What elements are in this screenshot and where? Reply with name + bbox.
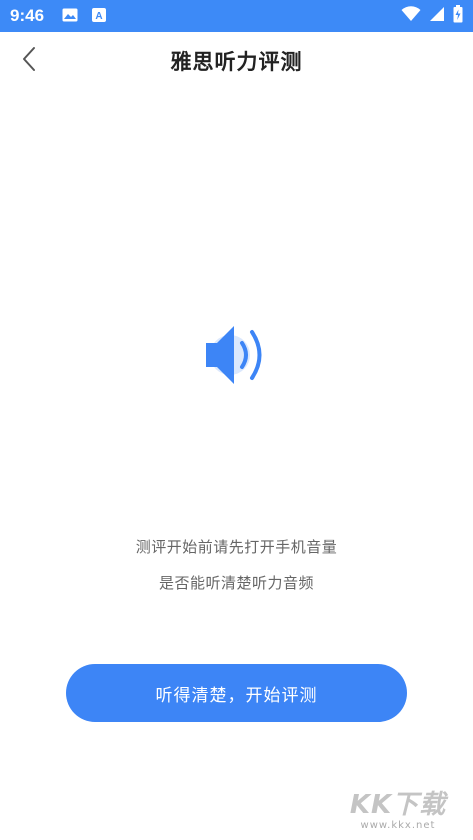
volume-hint-text: 测评开始前请先打开手机音量 (135, 538, 338, 556)
chevron-left-icon (21, 46, 37, 76)
battery-icon (453, 5, 463, 27)
text-a-icon: A (92, 7, 107, 26)
wifi-icon (401, 6, 421, 26)
speaker-volume-icon (200, 322, 270, 388)
image-icon (62, 7, 78, 26)
watermark-url: www.kkx.net (360, 820, 436, 831)
status-time: 9:46 (10, 6, 45, 25)
status-right-icons (401, 5, 463, 27)
svg-text:A: A (95, 11, 102, 22)
start-test-button[interactable]: 听得清楚，开始评测 (66, 664, 407, 722)
status-left-icons: A (62, 7, 107, 26)
watermark-logo: KK下载 (349, 790, 447, 820)
page-title: 雅思听力评测 (170, 50, 303, 74)
nav-bar: 雅思听力评测 (0, 32, 473, 90)
audio-check-text: 是否能听清楚听力音频 (158, 574, 314, 592)
back-button[interactable] (14, 46, 44, 76)
status-bar: 9:46 A (0, 0, 473, 32)
watermark: KK下载 www.kkx.net (333, 790, 463, 836)
signal-icon (429, 6, 445, 26)
